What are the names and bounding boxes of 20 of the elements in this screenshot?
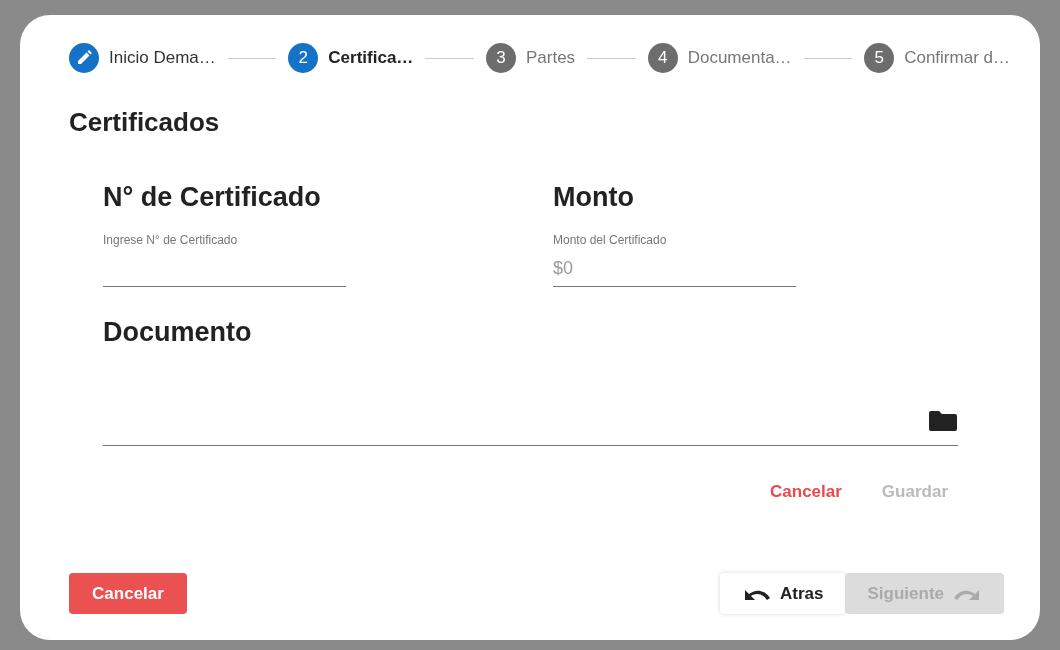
cancel-button[interactable]: Cancelar bbox=[760, 478, 852, 506]
step-number: 5 bbox=[864, 43, 895, 73]
cancel-button[interactable]: Cancelar bbox=[69, 573, 187, 614]
field-heading: N° de Certificado bbox=[103, 182, 322, 213]
step-number: 4 bbox=[647, 43, 678, 73]
step-label[interactable]: Documenta… bbox=[687, 48, 792, 68]
section-title: Certificados bbox=[69, 107, 221, 138]
step-number: 2 bbox=[288, 43, 319, 73]
step-number: 3 bbox=[485, 43, 516, 73]
step-label[interactable]: Certifica… bbox=[328, 48, 414, 68]
folder-icon[interactable] bbox=[929, 410, 957, 431]
field-label: Ingrese N° de Certificado bbox=[103, 233, 239, 247]
field-heading: Documento bbox=[103, 317, 253, 348]
field-label: Monto del Certificado bbox=[553, 233, 668, 247]
back-button[interactable]: Atras bbox=[720, 573, 846, 614]
step-label[interactable]: Inicio Dema… bbox=[109, 48, 216, 68]
field-heading: Monto bbox=[553, 182, 635, 213]
input-field[interactable]: $0 bbox=[553, 251, 796, 287]
step-label[interactable]: Confirmar d… bbox=[904, 48, 1010, 68]
step-label[interactable]: Partes bbox=[525, 48, 576, 68]
